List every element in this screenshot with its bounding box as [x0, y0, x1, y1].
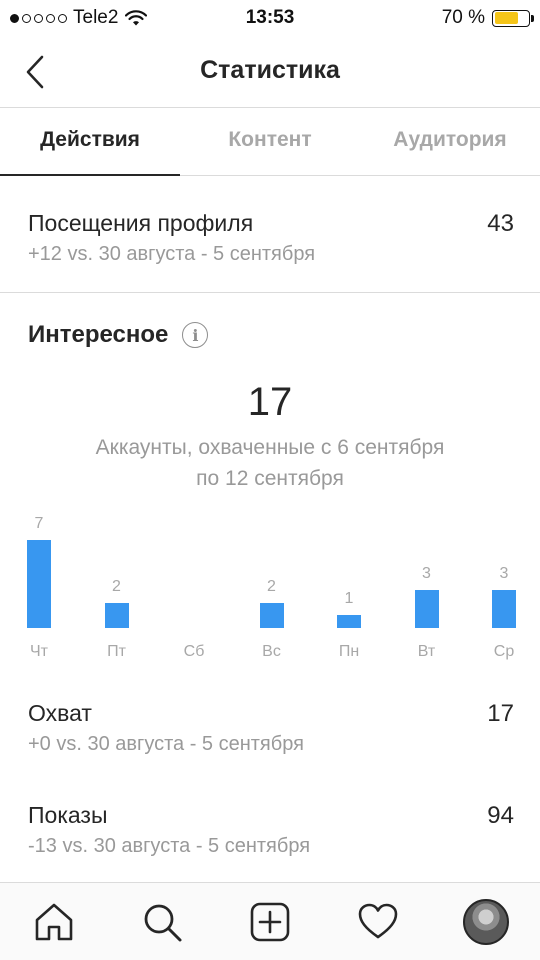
activity-tab[interactable]: [353, 897, 403, 947]
page-title: Статистика: [200, 56, 340, 84]
reach-value: 17: [487, 700, 514, 727]
tab-content[interactable]: Контент: [180, 108, 360, 175]
reach-title: Охват: [28, 700, 92, 726]
day-label: Пн: [338, 643, 360, 660]
day-label: Сб: [183, 643, 205, 660]
profile-tab[interactable]: [461, 897, 511, 947]
day-label: Ср: [493, 643, 515, 660]
day-label: Чт: [30, 643, 48, 660]
bar-value-label: 1: [344, 590, 354, 607]
impressions-row[interactable]: Показы -13 vs. 30 августа - 5 сентября 9…: [28, 802, 514, 858]
profile-visits-title: Посещения профиля: [28, 210, 254, 236]
search-tab[interactable]: [137, 897, 187, 947]
add-post-icon: [250, 902, 290, 942]
bar-value-label: 3: [422, 565, 431, 582]
accounts-reached-total: 17: [247, 380, 293, 424]
chart-bar: [414, 590, 439, 628]
profile-visits-subtitle: +12 vs. 30 августа - 5 сентября: [28, 243, 316, 265]
divider: [0, 292, 540, 293]
battery-level: [494, 12, 518, 24]
bar-value-label: 3: [499, 565, 509, 582]
discovery-title: Интересное: [28, 321, 169, 348]
tab-actions[interactable]: Действия: [0, 108, 180, 176]
impressions-title: Показы: [28, 802, 108, 828]
status-bar: Tele2 13:53 70 %: [0, 0, 540, 36]
bottom-tab-bar: [0, 882, 540, 960]
profile-visits-row[interactable]: Посещения профиля +12 vs. 30 августа - 5…: [28, 210, 514, 266]
day-label: Пт: [107, 643, 126, 660]
impressions-value: 94: [487, 802, 514, 829]
profile-visits-value: 43: [487, 210, 514, 237]
battery-percent: 70 %: [441, 7, 485, 28]
info-icon[interactable]: i: [182, 322, 209, 348]
discovery-section-title: Интересное i: [28, 321, 209, 349]
battery-icon: [492, 9, 534, 27]
status-right: 70 %: [441, 7, 534, 29]
chart-bar: [27, 540, 51, 628]
bar-value-label: 2: [267, 578, 276, 595]
bar-value-label: 2: [112, 578, 121, 595]
tab-audience[interactable]: Аудитория: [360, 108, 540, 175]
chart-bar: [259, 603, 284, 628]
new-post-tab[interactable]: [245, 897, 295, 947]
chart-bar: [104, 603, 129, 628]
accounts-reached-caption: Аккаунты, охваченные с 6 сентября по 12 …: [95, 436, 445, 490]
impressions-subtitle: -13 vs. 30 августа - 5 сентября: [28, 835, 311, 857]
tab-strip: Действия Контент Аудитория: [0, 108, 540, 176]
profile-avatar: [463, 899, 509, 945]
reach-row[interactable]: Охват +0 vs. 30 августа - 5 сентября 17: [28, 700, 514, 756]
reach-subtitle: +0 vs. 30 августа - 5 сентября: [28, 733, 304, 755]
home-icon: [35, 903, 73, 941]
day-label: Вс: [262, 643, 281, 660]
chart-bar: [492, 590, 516, 628]
day-label: Вт: [417, 643, 436, 660]
daily-reach-chart: 7 Чт 2 Пт Сб 2 Вс 1 Пн 3 Вт 3 Ср: [0, 500, 540, 670]
home-tab[interactable]: [29, 897, 79, 947]
nav-header: Статистика: [0, 36, 540, 108]
search-icon: [144, 904, 182, 942]
chart-bar: [337, 615, 361, 628]
heart-icon: [358, 903, 398, 939]
bar-value-label: 7: [34, 515, 44, 532]
